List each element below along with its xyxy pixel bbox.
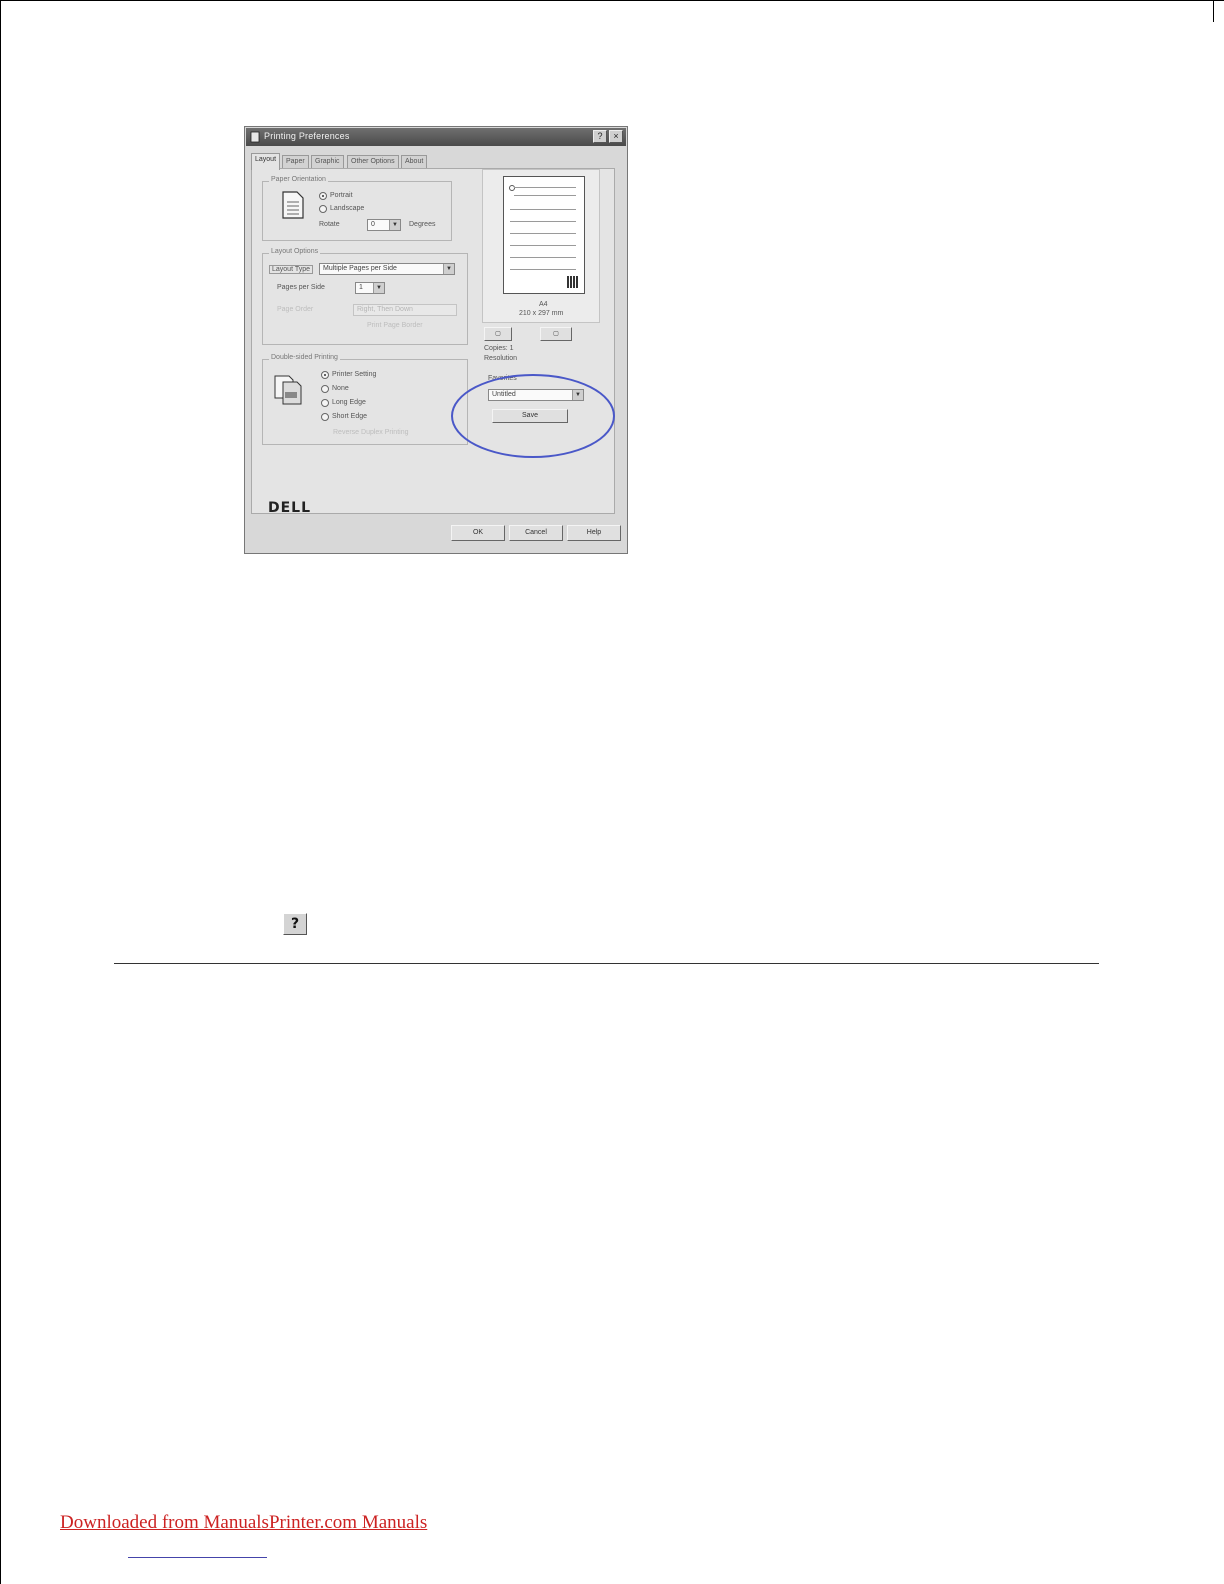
tab-paper[interactable]: Paper	[282, 155, 309, 169]
printer-icon	[250, 131, 260, 143]
resolution-label: Resolution	[484, 355, 518, 362]
short-edge-radio[interactable]	[321, 413, 329, 421]
duplex-printer-icon	[274, 375, 302, 405]
preview-sheet	[503, 176, 585, 294]
tab-other-options[interactable]: Other Options	[347, 155, 399, 169]
short-edge-label: Short Edge	[332, 413, 368, 420]
none-label: None	[332, 385, 349, 392]
title-close-button[interactable]: ×	[609, 130, 623, 143]
preview-line	[510, 221, 576, 222]
chevron-down-icon: ▼	[389, 220, 400, 230]
landscape-label: Landscape	[330, 205, 365, 212]
preview-button-right[interactable]: ▢	[540, 327, 572, 341]
tab-graphic[interactable]: Graphic	[311, 155, 344, 169]
chevron-down-icon: ▼	[443, 264, 454, 274]
footer-link[interactable]: Downloaded from ManualsPrinter.com Manua…	[60, 1512, 427, 1534]
rotate-value: 0	[371, 221, 375, 228]
portrait-radio[interactable]	[319, 192, 327, 200]
ok-button[interactable]: OK	[451, 525, 505, 541]
layout-tab-panel: Paper Orientation Portrait Landscape Rot…	[251, 168, 615, 514]
paper-size-dims: 210 x 297 mm	[519, 310, 564, 317]
preview-line	[510, 257, 576, 258]
page-preview: A4 210 x 297 mm	[482, 169, 600, 323]
long-edge-radio[interactable]	[321, 399, 329, 407]
title-help-button[interactable]: ?	[593, 130, 607, 143]
long-edge-label: Long Edge	[332, 399, 366, 406]
help-button[interactable]: Help	[567, 525, 621, 541]
chevron-down-icon: ▼	[572, 390, 583, 400]
section-divider	[114, 963, 1099, 964]
pages-per-side-label: Pages per Side	[277, 284, 325, 291]
page-order-select[interactable]: Right, Then Down	[353, 304, 457, 316]
dialog-title: Printing Preferences	[264, 131, 350, 141]
rotate-select[interactable]: 0 ▼	[367, 219, 401, 231]
layout-type-value: Multiple Pages per Side	[323, 265, 397, 272]
dell-logo: DELL	[268, 500, 312, 516]
preview-line	[510, 269, 576, 270]
tab-layout[interactable]: Layout	[251, 153, 281, 170]
layout-type-select[interactable]: Multiple Pages per Side ▼	[319, 263, 455, 275]
rotate-label: Rotate	[319, 221, 340, 228]
pages-per-side-value: 1	[359, 284, 363, 291]
portrait-label: Portrait	[330, 192, 353, 199]
favorites-value: Untitled	[492, 391, 516, 398]
preview-line	[510, 233, 576, 234]
layout-options-group-label: Layout Options	[269, 248, 321, 255]
preview-line	[510, 209, 576, 210]
reverse-duplex-label: Reverse Duplex Printing	[333, 429, 409, 436]
pages-per-side-select[interactable]: 1 ▼	[355, 282, 385, 294]
favorites-label: Favorites	[488, 375, 517, 382]
tab-about[interactable]: About	[401, 155, 428, 169]
preview-line	[510, 245, 576, 246]
layout-type-label: Layout Type	[269, 265, 314, 274]
paper-size-name: A4	[539, 301, 548, 308]
printer-setting-label: Printer Setting	[332, 371, 377, 378]
copies-label: Copies: 1	[484, 345, 514, 352]
layout-options-group: Layout Options Layout Type Multiple Page…	[262, 248, 468, 345]
landscape-radio[interactable]	[319, 205, 327, 213]
help-icon[interactable]: ?	[283, 913, 307, 935]
orientation-group: Paper Orientation Portrait Landscape Rot…	[262, 176, 452, 241]
printer-setting-radio[interactable]	[321, 371, 329, 379]
preview-button-left[interactable]: ▢	[484, 327, 512, 341]
chevron-down-icon: ▼	[373, 283, 384, 293]
page-orientation-icon	[282, 191, 304, 219]
dialog-button-bar: OK Cancel Help	[245, 515, 627, 553]
preview-dot	[509, 185, 515, 191]
duplex-group: Double-sided Printing Printer Setting No…	[262, 354, 468, 445]
preview-line	[514, 195, 576, 196]
none-radio[interactable]	[321, 385, 329, 393]
orientation-group-label: Paper Orientation	[269, 176, 328, 183]
favorites-save-button[interactable]: Save	[492, 409, 568, 423]
page-order-label: Page Order	[277, 306, 314, 313]
favorites-select[interactable]: Untitled ▼	[488, 389, 584, 401]
preview-line	[514, 187, 576, 188]
printing-preferences-dialog: Printing Preferences ? × Layout Paper Gr…	[244, 126, 628, 554]
dialog-titlebar: Printing Preferences ? ×	[246, 128, 626, 146]
print-border-label: Print Page Border	[367, 322, 423, 329]
cancel-button[interactable]: Cancel	[509, 525, 563, 541]
page-edge-mark	[1213, 0, 1214, 22]
degrees-label: Degrees	[409, 221, 436, 228]
page-order-value: Right, Then Down	[357, 306, 413, 313]
footer-underline	[128, 1557, 267, 1558]
qr-code-icon	[567, 276, 579, 288]
duplex-group-label: Double-sided Printing	[269, 354, 340, 361]
